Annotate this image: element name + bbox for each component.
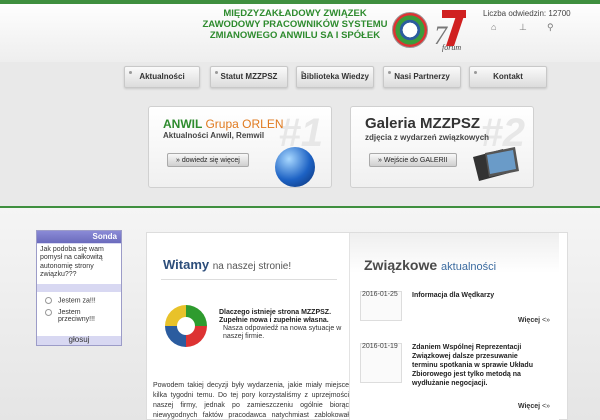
news-more-link[interactable]: Więcej <» (518, 403, 550, 410)
banner-anwil-title-part1: ANWIL (163, 117, 203, 131)
poll-option-label: Jestem za!!! (58, 297, 96, 305)
banner-anwil: #1 ANWIL Grupa ORLEN Aktualności Anwil, … (148, 106, 332, 188)
news-date: 2016-01-19 (362, 343, 398, 350)
nav-item-partnerzy[interactable]: Nasi Partnerzy (383, 66, 461, 88)
news-panel: Związkowe aktualności 2016-01-25 Informa… (349, 233, 559, 420)
poll-option-yes[interactable]: Jestem za!!! (45, 297, 96, 304)
nav-item-aktualnosci[interactable]: Aktualności (124, 66, 200, 88)
header-top-line (0, 0, 600, 4)
main-content: Witamy na naszej stronie! Dlaczego istni… (146, 232, 568, 420)
news-title-rest: aktualności (441, 261, 497, 273)
welcome-body: Powodem takiej decyzji były wydarzenia, … (153, 382, 349, 419)
welcome-title-bold: Witamy (163, 257, 210, 272)
poll-box: Sonda Jak podoba się wam pomysł na całko… (36, 230, 122, 346)
news-title[interactable]: Zdaniem Wspólnej Reprezentacji Związkowe… (412, 343, 542, 388)
org-name[interactable]: MIĘDZYZAKŁADOWY ZWIĄZEK ZAWODOWY PRACOWN… (200, 8, 390, 41)
header: MIĘDZYZAKŁADOWY ZWIĄZEK ZAWODOWY PRACOWN… (0, 0, 600, 62)
visits-counter: Liczba odwiedzin: 12700 (483, 9, 571, 18)
poll-question: Jak podoba się wam pomysł na całkowitą a… (37, 244, 121, 284)
banner-anwil-title: ANWIL Grupa ORLEN (163, 117, 283, 131)
news-title-bold: Związkowe (364, 257, 438, 273)
news-date: 2016-01-25 (362, 291, 398, 298)
vote-button[interactable]: głosuj (37, 335, 121, 344)
nav-item-kontakt[interactable]: Kontakt (469, 66, 547, 88)
news-more-link[interactable]: Więcej <» (518, 317, 550, 324)
nav-item-statut[interactable]: Statut MZZPSZ (210, 66, 288, 88)
search-icon[interactable]: ⚲ (547, 22, 554, 33)
forum-logo[interactable]: 7 forum (432, 8, 474, 52)
banner-galeria: #2 Galeria MZZPSZ zdjęcia z wydarzeń zwi… (350, 106, 534, 188)
union-logo (165, 305, 207, 347)
poll-options: Jestem za!!! Jestem przeciwny!!! (37, 292, 121, 336)
banner-anwil-title-part2: Grupa ORLEN (205, 117, 284, 131)
news-heading: Związkowe aktualności (364, 257, 496, 273)
news-more-label: Więcej (517, 317, 541, 324)
poll-option-label: Jestem przeciwny!!! (58, 309, 95, 323)
welcome-heading: Witamy na naszej stronie! (163, 257, 291, 272)
learn-more-button[interactable]: » dowiedz się więcej (167, 153, 249, 167)
gallery-button[interactable]: » Wejście do GALERII (369, 153, 457, 167)
globe-icon (275, 147, 315, 187)
poll-option-no[interactable]: Jestem przeciwny!!! (45, 309, 98, 323)
welcome-title-rest: na naszej stronie! (212, 261, 292, 272)
banner-galeria-subtitle: zdjęcia z wydarzeń związkowych (365, 133, 490, 142)
news-title[interactable]: Informacja dla Wędkarzy (412, 291, 542, 300)
radio-icon[interactable] (45, 297, 52, 304)
poll-title: Sonda (37, 231, 121, 243)
why-text: Nasza odpowiedź na nowa sytuacje w nasze… (223, 325, 342, 341)
logo-text: forum (442, 43, 461, 52)
divider (161, 279, 337, 280)
news-more-arrow: <» (542, 317, 550, 324)
union-logo[interactable] (392, 12, 428, 48)
banner-anwil-subtitle: Aktualności Anwil, Remwil (163, 131, 265, 140)
home-icon[interactable]: ⌂ (491, 22, 496, 32)
nav-item-biblioteka[interactable]: Biblioteka Wiedzy (296, 66, 374, 88)
radio-icon[interactable] (45, 309, 52, 316)
photos-icon (473, 147, 519, 181)
news-more-label: Więcej (517, 403, 541, 410)
news-more-arrow: <» (542, 403, 550, 410)
banner-galeria-title: Galeria MZZPSZ (365, 115, 481, 132)
sitemap-icon[interactable]: ⊥ (519, 22, 527, 33)
why-title: Dlaczego istnieje strona MZZPSZ. Zupełni… (219, 309, 332, 325)
